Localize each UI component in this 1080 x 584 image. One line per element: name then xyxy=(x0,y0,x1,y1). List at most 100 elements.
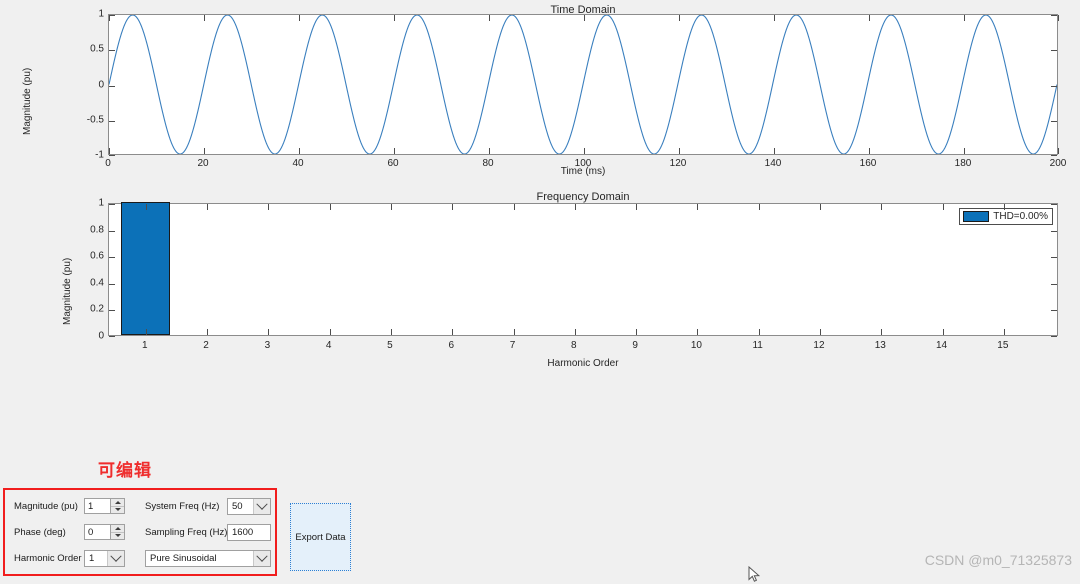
export-data-label: Export Data xyxy=(295,531,346,543)
frequency-domain-x-tick-label: 7 xyxy=(509,340,516,351)
phase-decrement-button[interactable] xyxy=(111,532,124,539)
frequency-domain-x-tick-label: 8 xyxy=(571,340,577,351)
time-domain-y-tick-label: 0 xyxy=(98,79,104,90)
tick-mark xyxy=(584,15,585,21)
tick-mark xyxy=(207,204,209,210)
tick-mark xyxy=(109,50,115,52)
chevron-down-icon[interactable] xyxy=(253,498,270,514)
waveform-type-dropdown[interactable]: Pure Sinusoidal xyxy=(145,550,271,567)
frequency-domain-x-tick-label: 12 xyxy=(813,340,825,351)
frequency-domain-x-tick-label: 15 xyxy=(997,340,1009,351)
phase-increment-button[interactable] xyxy=(111,525,124,533)
tick-mark xyxy=(109,336,115,337)
phase-stepper-buttons[interactable] xyxy=(110,525,124,539)
frequency-domain-x-tick-label: 14 xyxy=(935,340,948,351)
tick-mark xyxy=(774,148,775,154)
tick-mark xyxy=(109,310,115,312)
tick-mark xyxy=(109,155,115,156)
tick-mark xyxy=(109,230,115,232)
tick-mark xyxy=(489,148,490,154)
chevron-down-icon[interactable] xyxy=(107,550,124,566)
frequency-domain-x-tick-label: 13 xyxy=(874,340,886,351)
frequency-domain-x-tick-label: 3 xyxy=(264,340,271,351)
tick-mark xyxy=(679,15,680,21)
frequency-domain-x-tick-label: 6 xyxy=(448,340,454,351)
frequency-domain-x-tick-label: 1 xyxy=(141,340,148,351)
waveform-type-value: Pure Sinusoidal xyxy=(150,553,217,564)
phase-input[interactable] xyxy=(85,525,110,539)
legend-color-swatch xyxy=(963,211,990,222)
tick-mark xyxy=(109,148,110,154)
tick-mark xyxy=(869,148,870,154)
phase-stepper[interactable] xyxy=(84,524,125,540)
time-domain-y-tick-label: -0.5 xyxy=(86,114,104,126)
tick-mark xyxy=(145,329,147,335)
time-domain-waveform xyxy=(109,15,1057,154)
tick-mark xyxy=(109,204,115,205)
tick-mark xyxy=(584,148,585,154)
system-freq-dropdown[interactable]: 50 xyxy=(227,498,271,515)
tick-mark xyxy=(636,329,638,335)
tick-mark xyxy=(109,85,115,87)
time-domain-y-ticks: -1 -0.5 0 0.5 1 xyxy=(78,9,104,161)
tick-mark xyxy=(1051,283,1057,285)
tick-mark xyxy=(513,329,515,335)
editable-controls-panel: Magnitude (pu) Phase (deg) Harmonic Orde… xyxy=(3,488,277,576)
tick-mark xyxy=(207,329,209,335)
magnitude-stepper[interactable] xyxy=(84,498,125,514)
time-domain-x-axis-label: Time (ms) xyxy=(560,166,606,177)
tick-mark xyxy=(869,15,870,21)
sampling-freq-input[interactable] xyxy=(228,525,270,540)
tick-mark xyxy=(390,204,392,210)
tick-mark xyxy=(109,283,115,285)
tick-mark xyxy=(1051,257,1057,259)
magnitude-input[interactable] xyxy=(85,499,110,513)
magnitude-increment-button[interactable] xyxy=(111,499,124,507)
harmonic-bar[interactable] xyxy=(121,202,171,335)
tick-mark xyxy=(964,148,965,154)
frequency-domain-x-tick-label: 2 xyxy=(203,340,209,351)
time-domain-y-tick-label: 0.5 xyxy=(90,43,104,55)
tick-mark xyxy=(881,329,883,335)
frequency-domain-plot-area[interactable]: THD=0.00% xyxy=(108,202,1058,337)
tick-mark xyxy=(679,148,680,154)
csdn-watermark: CSDN @m0_71325873 xyxy=(924,552,1072,568)
thd-legend[interactable]: THD=0.00% xyxy=(959,208,1053,225)
tick-mark xyxy=(1051,310,1057,312)
chevron-down-icon[interactable] xyxy=(253,550,270,566)
tick-mark xyxy=(819,204,821,210)
tick-mark xyxy=(1051,336,1057,337)
tick-mark xyxy=(1058,15,1059,21)
time-domain-y-tick-label: -1 xyxy=(95,149,104,161)
tick-mark xyxy=(489,15,490,21)
export-data-button[interactable]: Export Data xyxy=(290,503,351,571)
tick-mark xyxy=(109,15,110,21)
tick-mark xyxy=(394,148,395,154)
tick-mark xyxy=(1051,15,1057,16)
sampling-freq-label: Sampling Freq (Hz) xyxy=(145,527,228,538)
magnitude-stepper-buttons[interactable] xyxy=(110,499,124,513)
magnitude-decrement-button[interactable] xyxy=(111,506,124,513)
tick-mark xyxy=(636,204,638,210)
tick-mark xyxy=(452,329,454,335)
tick-mark xyxy=(697,329,699,335)
sampling-freq-field[interactable] xyxy=(227,524,271,541)
frequency-domain-y-ticks: 0 0.2 0.4 0.6 0.8 1 xyxy=(72,198,104,342)
frequency-domain-y-tick-label: 0.6 xyxy=(90,250,104,262)
tick-mark xyxy=(299,15,300,21)
harmonic-order-dropdown[interactable]: 1 xyxy=(84,550,125,567)
frequency-domain-y-tick-label: 1 xyxy=(98,197,104,209)
tick-mark xyxy=(1003,329,1005,335)
frequency-domain-x-axis-label: Harmonic Order xyxy=(547,358,619,369)
tick-mark xyxy=(394,15,395,21)
harmonic-bars xyxy=(109,202,1057,335)
editable-annotation-label: 可编辑 xyxy=(98,461,152,481)
tick-mark xyxy=(1051,204,1057,205)
time-domain-plot-area[interactable] xyxy=(108,14,1059,156)
tick-mark xyxy=(574,329,576,335)
magnitude-label: Magnitude (pu) xyxy=(14,501,78,512)
tick-mark xyxy=(964,15,965,21)
tick-mark xyxy=(774,15,775,21)
thd-legend-label: THD=0.00% xyxy=(993,211,1048,222)
time-domain-y-tick-label: 1 xyxy=(98,8,104,20)
